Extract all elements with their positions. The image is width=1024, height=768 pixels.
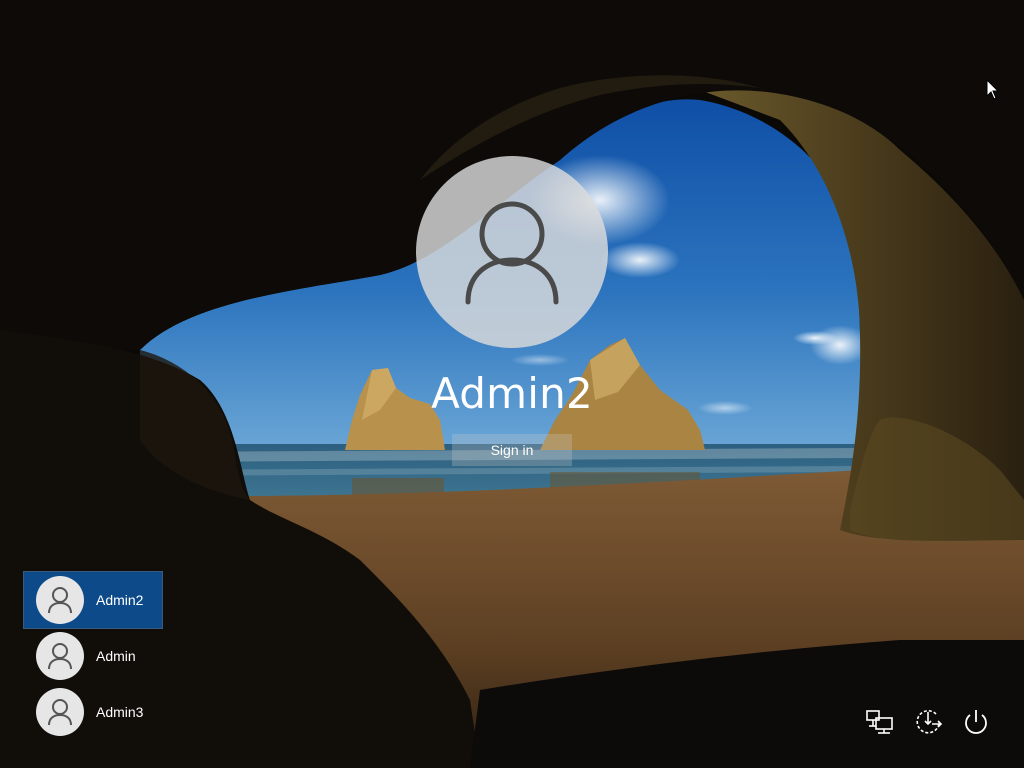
avatar: [36, 688, 84, 736]
user-avatar-large: [416, 156, 608, 348]
user-icon: [48, 699, 72, 726]
user-icon: [48, 643, 72, 670]
windows-sign-in-screen: Admin2 Sign in Admin2 Admin Admin3: [0, 0, 1024, 768]
user-item-admin3[interactable]: Admin3: [24, 684, 162, 740]
power-icon: [965, 710, 987, 734]
network-icon: [866, 710, 893, 734]
user-icon: [48, 587, 72, 614]
network-button[interactable]: [862, 704, 898, 740]
mouse-pointer-icon: [986, 79, 1000, 100]
sign-in-button[interactable]: Sign in: [452, 434, 572, 466]
avatar: [36, 632, 84, 680]
avatar: [36, 576, 84, 624]
power-button[interactable]: [958, 704, 994, 740]
user-item-admin[interactable]: Admin: [24, 628, 162, 684]
user-name: Admin2: [96, 592, 144, 608]
ease-of-access-icon: [916, 710, 943, 734]
user-icon: [465, 201, 559, 305]
user-item-admin2[interactable]: Admin2: [23, 571, 163, 629]
user-name: Admin: [96, 648, 136, 664]
user-switcher-list: Admin2 Admin Admin3: [23, 571, 163, 740]
user-name: Admin3: [96, 704, 144, 720]
ease-of-access-button[interactable]: [910, 704, 946, 740]
selected-username: Admin2: [431, 369, 593, 418]
